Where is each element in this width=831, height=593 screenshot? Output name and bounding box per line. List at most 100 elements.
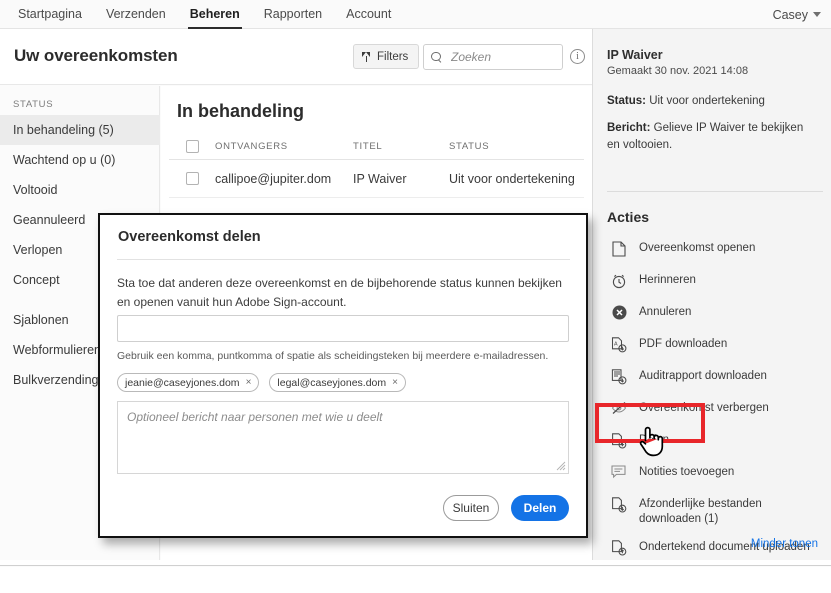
section-title: In behandeling — [177, 101, 305, 121]
action-overeenkomst-verbergen[interactable]: Overeenkomst verbergen — [593, 394, 831, 426]
search-icon — [431, 51, 442, 63]
column-header-status: STATUS — [449, 141, 490, 152]
close-icon[interactable]: × — [246, 377, 252, 388]
nav-label: Verzenden — [105, 7, 166, 21]
actions-heading: Acties — [607, 209, 650, 225]
search-input[interactable] — [449, 49, 555, 65]
nav-item-beheren[interactable]: Beheren — [178, 0, 252, 29]
share-agreement-dialog: Overeenkomst delen Sta toe dat anderen d… — [98, 213, 588, 538]
filters-label: Filters — [377, 50, 409, 63]
nav-item-rapporten[interactable]: Rapporten — [252, 0, 334, 29]
nav-item-startpagina[interactable]: Startpagina — [6, 0, 94, 29]
top-navigation-bar: Startpagina Verzenden Beheren Rapporten … — [0, 0, 831, 29]
user-name: Casey — [772, 7, 808, 22]
sidebar-item-wachtend-op-u[interactable]: Wachtend op u (0) — [0, 145, 160, 175]
sidebar-item-in-behandeling[interactable]: In behandeling (5) — [0, 115, 160, 145]
action-overeenkomst-openen[interactable]: Overeenkomst openen — [593, 234, 831, 266]
nav-label: Beheren — [189, 7, 240, 21]
detail-document-title: IP Waiver — [607, 48, 663, 62]
action-label: Overeenkomst openen — [639, 242, 756, 254]
sidebar-item-label: Geannuleerd — [13, 213, 86, 227]
action-notities-toevoegen[interactable]: Notities toevoegen — [593, 458, 831, 490]
app-window: Startpagina Verzenden Beheren Rapporten … — [0, 0, 831, 593]
filters-button[interactable]: Filters — [353, 44, 420, 69]
share-email-input[interactable] — [117, 315, 569, 342]
row-select-cell — [169, 172, 215, 185]
sidebar-section-label: STATUS — [13, 99, 54, 110]
info-icon[interactable]: i — [570, 49, 585, 64]
cell-recipient: callipoe@jupiter.dom — [215, 171, 332, 186]
sidebar-item-label: Sjablonen — [13, 313, 69, 327]
action-herinneren[interactable]: Herinneren — [593, 266, 831, 298]
action-afzonderlijke-bestanden-downloaden[interactable]: Afzonderlijke bestanden downloaden (1) — [593, 490, 831, 533]
recipient-chip[interactable]: jeanie@caseyjones.dom × — [117, 373, 260, 392]
eye-off-icon — [609, 401, 629, 415]
chip-label: legal@caseyjones.dom — [277, 376, 387, 389]
column-header-ontvangers: ONTVANGERS — [215, 141, 288, 152]
cancel-circle-icon — [609, 305, 629, 320]
action-annuleren[interactable]: Annuleren — [593, 298, 831, 330]
dialog-title-divider — [117, 259, 570, 260]
close-icon[interactable]: × — [392, 377, 398, 388]
dialog-description: Sta toe dat anderen deze overeenkomst en… — [117, 276, 562, 309]
detail-status-label: Status: — [607, 95, 646, 107]
info-glyph: i — [576, 51, 579, 62]
sidebar-item-voltooid[interactable]: Voltooid — [0, 175, 160, 205]
search-box[interactable] — [423, 44, 563, 70]
nav-label: Rapporten — [263, 7, 323, 21]
action-delen[interactable]: Delen — [593, 426, 831, 458]
panel-divider — [607, 191, 823, 192]
dialog-title: Overeenkomst delen — [118, 229, 261, 245]
file-upload-icon — [609, 540, 629, 556]
page-title: Uw overeenkomsten — [14, 46, 178, 65]
cancel-button[interactable]: Sluiten — [443, 495, 499, 521]
action-pdf-downloaden[interactable]: A PDF downloaden — [593, 330, 831, 362]
share-document-icon — [609, 433, 629, 449]
action-label: Annuleren — [639, 306, 692, 318]
pdf-download-icon: A — [609, 337, 629, 353]
cell-status: Uit voor ondertekening — [449, 171, 575, 186]
action-label: PDF downloaden — [639, 338, 728, 350]
sidebar-item-label: In behandeling (5) — [13, 123, 114, 137]
action-auditrapport-downloaden[interactable]: Auditrapport downloaden — [593, 362, 831, 394]
window-bottom-edge — [0, 560, 831, 566]
select-all-checkbox[interactable] — [185, 140, 199, 153]
dialog-hint-text: Gebruik een komma, puntkomma of spatie a… — [117, 350, 549, 362]
detail-message-label: Bericht: — [607, 122, 651, 134]
sidebar-item-label: Webformulieren — [13, 343, 102, 357]
share-button[interactable]: Delen — [511, 495, 569, 521]
table-row[interactable]: callipoe@jupiter.dom IP Waiver Uit voor … — [169, 160, 584, 198]
sidebar-item-label: Voltooid — [13, 183, 58, 197]
column-header-titel: TITEL — [353, 141, 383, 152]
detail-status-value: Uit voor ondertekening — [649, 95, 765, 107]
select-all-cell — [169, 140, 215, 153]
action-label: Afzonderlijke bestanden downloaden (1) — [639, 498, 762, 525]
action-label: Overeenkomst verbergen — [639, 402, 769, 414]
actions-list: Overeenkomst openen Herinneren Annuleren… — [593, 234, 831, 565]
share-message-textarea[interactable] — [117, 401, 569, 474]
nav-item-verzenden[interactable]: Verzenden — [94, 0, 178, 29]
row-checkbox[interactable] — [185, 172, 199, 185]
sidebar-item-label: Wachtend op u (0) — [13, 153, 116, 167]
detail-message: Bericht: Gelieve IP Waiver te bekijken e… — [607, 120, 819, 154]
nav-item-account[interactable]: Account — [334, 0, 403, 29]
chevron-down-icon — [813, 12, 821, 17]
svg-text:A: A — [614, 341, 618, 347]
action-label: Auditrapport downloaden — [639, 370, 767, 382]
recipient-chip[interactable]: legal@caseyjones.dom × — [269, 373, 406, 392]
chip-label: jeanie@caseyjones.dom — [125, 376, 240, 389]
filter-funnel-icon — [362, 51, 371, 62]
agreement-detail-panel: IP Waiver Gemaakt 30 nov. 2021 14:08 Sta… — [592, 29, 831, 560]
user-menu[interactable]: Casey — [773, 0, 821, 29]
cell-title: IP Waiver — [353, 171, 407, 186]
show-less-link[interactable]: Minder tonen — [751, 538, 818, 550]
below-fold-area — [0, 567, 831, 593]
detail-status: Status: Uit voor ondertekening — [607, 95, 823, 107]
recipient-chips: jeanie@caseyjones.dom × legal@caseyjones… — [117, 373, 406, 392]
top-nav-items: Startpagina Verzenden Beheren Rapporten … — [0, 0, 403, 29]
detail-created-date: Gemaakt 30 nov. 2021 14:08 — [607, 65, 749, 77]
nav-label: Account — [346, 7, 392, 21]
sidebar-item-label: Concept — [13, 273, 60, 287]
alarm-clock-icon — [609, 273, 629, 289]
sidebar-item-label: Verlopen — [13, 243, 63, 257]
